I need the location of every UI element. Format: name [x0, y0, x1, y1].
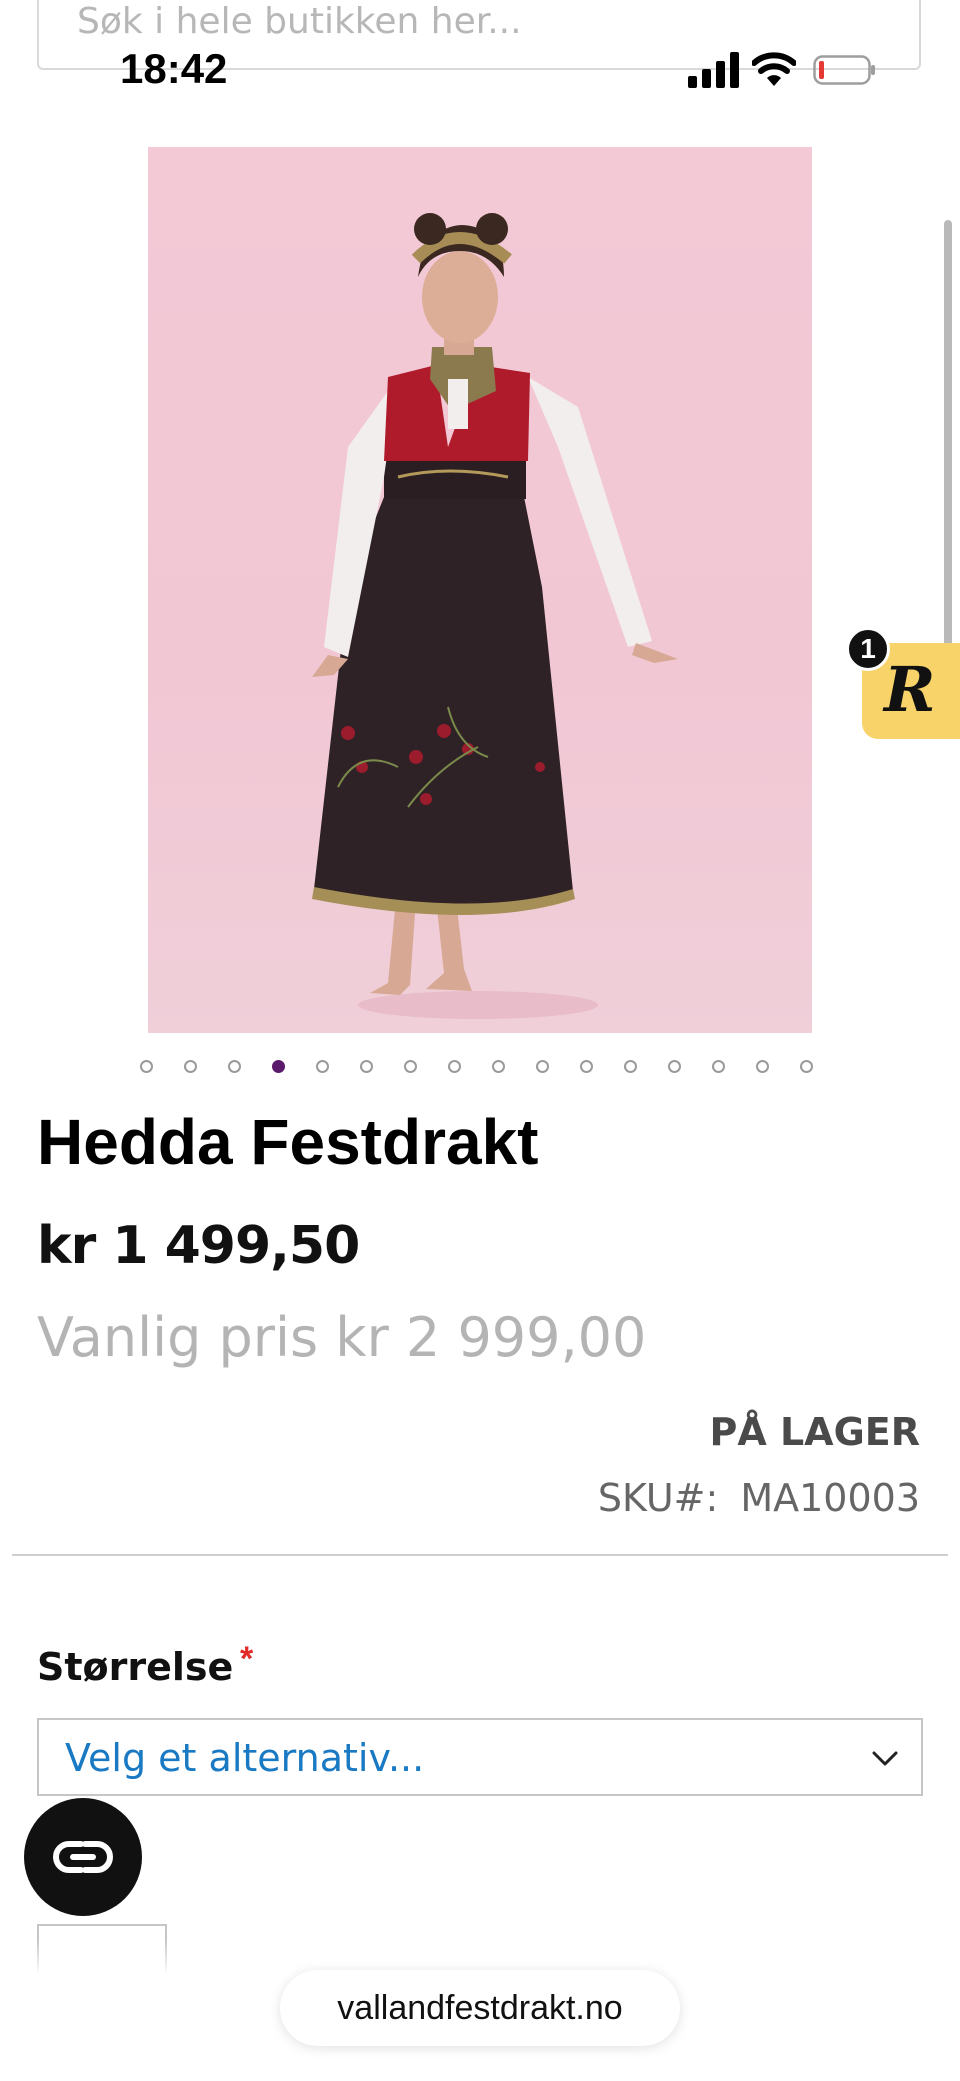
- sku-label: SKU#:: [597, 1476, 719, 1520]
- carousel-dot[interactable]: [756, 1060, 769, 1073]
- carousel-dot[interactable]: [140, 1060, 153, 1073]
- wifi-icon: [752, 52, 796, 86]
- carousel-dot[interactable]: [712, 1060, 725, 1073]
- cellular-signal-icon: [688, 52, 739, 88]
- product-title: Hedda Festdrakt: [37, 1106, 539, 1178]
- image-carousel-dots: [140, 1060, 820, 1080]
- carousel-dot[interactable]: [228, 1060, 241, 1073]
- size-select-value: Velg et alternativ...: [65, 1736, 425, 1780]
- size-label: Størrelse: [37, 1645, 234, 1689]
- chevron-down-icon: [872, 1751, 898, 1766]
- special-price: kr 1 499,50: [37, 1216, 360, 1276]
- carousel-dot[interactable]: [800, 1060, 813, 1073]
- chat-button[interactable]: [24, 1798, 142, 1916]
- sku-value: MA10003: [740, 1476, 920, 1520]
- scrollbar[interactable]: [944, 220, 952, 650]
- regular-price: Vanlig pris kr 2 999,00: [37, 1306, 647, 1369]
- carousel-dot[interactable]: [404, 1060, 417, 1073]
- reviews-logo-icon: R: [884, 653, 936, 726]
- battery-icon: [813, 55, 875, 85]
- product-sku: SKU#: MA10003: [598, 1476, 920, 1520]
- search-input[interactable]: [75, 0, 859, 42]
- product-image[interactable]: [148, 147, 812, 1033]
- stock-status: PÅ LAGER: [709, 1410, 920, 1454]
- size-select[interactable]: Velg et alternativ...: [37, 1718, 923, 1796]
- browser-url-bar[interactable]: vallandfestdrakt.no: [280, 1970, 680, 2046]
- carousel-dot[interactable]: [184, 1060, 197, 1073]
- carousel-dot[interactable]: [360, 1060, 373, 1073]
- product-photo-figure: [312, 213, 678, 1019]
- carousel-dot[interactable]: [316, 1060, 329, 1073]
- chat-link-icon: [53, 1841, 113, 1873]
- carousel-dot[interactable]: [580, 1060, 593, 1073]
- divider: [12, 1554, 948, 1556]
- carousel-dot-active[interactable]: [272, 1060, 285, 1073]
- reviews-notification-badge: 1: [846, 627, 890, 671]
- status-time: 18:42: [120, 45, 228, 92]
- carousel-dot[interactable]: [536, 1060, 549, 1073]
- carousel-dot[interactable]: [492, 1060, 505, 1073]
- carousel-dot[interactable]: [624, 1060, 637, 1073]
- carousel-dot[interactable]: [448, 1060, 461, 1073]
- carousel-dot[interactable]: [668, 1060, 681, 1073]
- required-asterisk: *: [240, 1640, 254, 1678]
